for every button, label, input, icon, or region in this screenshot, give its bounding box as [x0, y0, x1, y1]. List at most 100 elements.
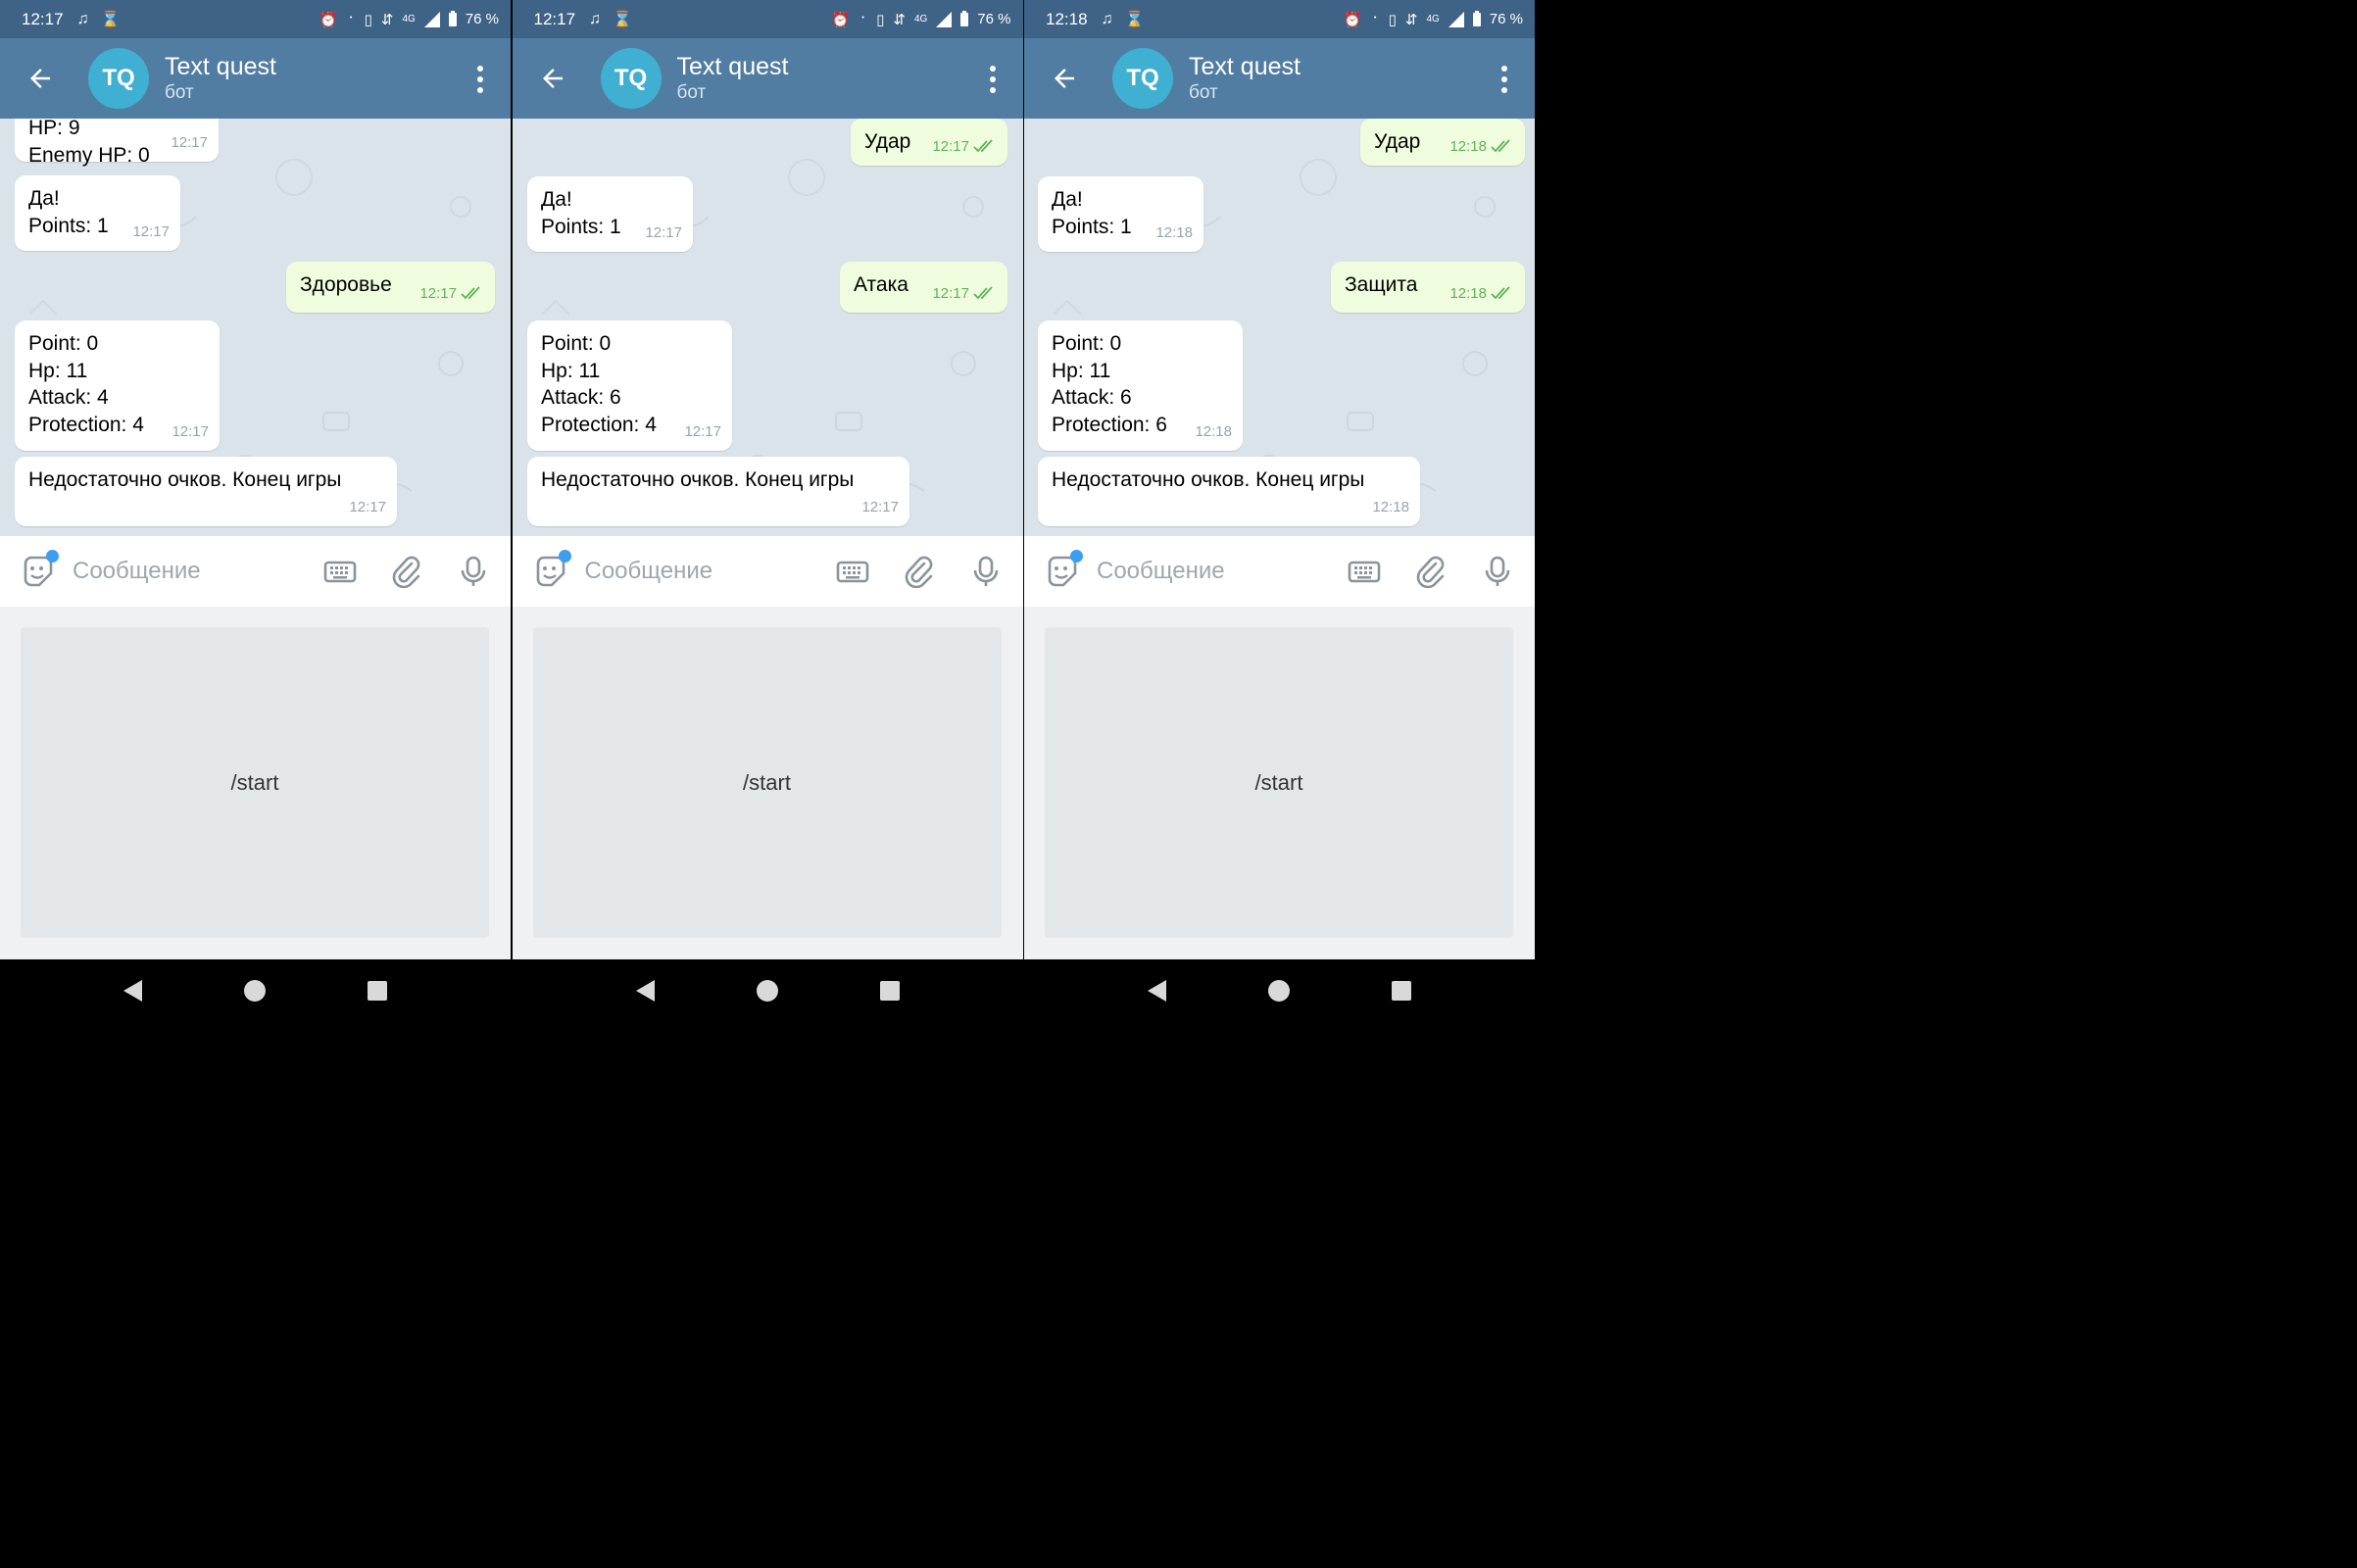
bot-keyboard-panel: /start: [512, 607, 1023, 959]
incoming-message[interactable]: Point: 0 Hp: 11 Attack: 6 Protection: 41…: [527, 320, 732, 451]
outgoing-message[interactable]: Удар 12:18: [1360, 119, 1525, 166]
message-meta: 12:17: [132, 219, 170, 246]
hourglass-icon: ⌛: [1124, 11, 1145, 28]
attach-button[interactable]: [389, 554, 424, 589]
nav-back-icon[interactable]: [1148, 980, 1166, 1002]
emoji-badge-dot: [1070, 550, 1083, 563]
message-input-bar: Сообщение: [512, 536, 1023, 607]
network-label: 4G: [1426, 14, 1440, 24]
back-arrow-icon: [30, 69, 50, 88]
nav-home-icon[interactable]: [244, 980, 266, 1002]
more-vert-icon[interactable]: [475, 66, 485, 93]
incoming-message[interactable]: Да! Points: 1 12:17: [527, 176, 693, 252]
nav-back-icon[interactable]: [123, 980, 142, 1002]
avatar[interactable]: TQ: [1112, 48, 1173, 109]
bot-keyboard-button[interactable]: [835, 554, 870, 589]
back-button[interactable]: [536, 62, 569, 95]
chat-title-block[interactable]: Text quest бот: [1189, 52, 1301, 105]
message-input[interactable]: Сообщение: [73, 558, 322, 585]
outgoing-message[interactable]: Защита 12:18: [1331, 262, 1525, 313]
incoming-message[interactable]: Да! Points: 1 12:17: [15, 175, 180, 251]
more-vert-icon[interactable]: [1499, 66, 1509, 93]
outgoing-message[interactable]: Атака 12:17: [840, 262, 1007, 313]
outgoing-message[interactable]: Здоровье 12:17: [286, 262, 495, 313]
start-command-button[interactable]: /start: [1045, 627, 1513, 938]
message-meta: 12:18: [1155, 220, 1193, 247]
battery-percent: 76 %: [1489, 11, 1523, 27]
chat-header: TQ Text quest бот: [512, 38, 1023, 119]
incoming-message[interactable]: HP: 9 Enemy HP: 0 12:17: [15, 119, 219, 167]
incoming-message[interactable]: Да! Points: 1 12:18: [1038, 176, 1203, 252]
incoming-message[interactable]: Недостаточно очков. Конец игры 12:18: [1038, 457, 1420, 526]
network-label: 4G: [402, 14, 416, 24]
message-time: 12:18: [1155, 223, 1193, 241]
outgoing-message[interactable]: Удар 12:17: [851, 119, 1007, 166]
message-meta: 12:17: [932, 280, 997, 308]
bot-keyboard-button[interactable]: [322, 554, 358, 589]
more-vert-icon[interactable]: [988, 66, 998, 93]
chat-title: Text quest: [676, 53, 789, 80]
incoming-message[interactable]: Point: 0 Hp: 11 Attack: 6 Protection: 61…: [1038, 320, 1243, 451]
chat-area[interactable]: Удар 12:17 Да! Points: 1 12:17 Атака 12:17 Poi…: [512, 119, 1023, 536]
nav-home-icon[interactable]: [756, 980, 778, 1002]
emoji-button[interactable]: [1044, 550, 1083, 589]
chat-subtitle: бот: [676, 82, 707, 103]
start-command-button[interactable]: /start: [532, 627, 1002, 938]
paperclip-icon: [905, 556, 932, 588]
message-time: 12:18: [1449, 137, 1487, 155]
message-meta: 12:17: [172, 418, 209, 446]
emoji-badge-dot: [46, 550, 59, 563]
double-check-icon: [461, 286, 480, 300]
chat-title-block[interactable]: Text quest бот: [677, 52, 789, 105]
voice-button[interactable]: [1480, 554, 1515, 589]
message-meta: 12:18: [1372, 494, 1409, 521]
bot-keyboard-icon: [1348, 561, 1381, 583]
chat-title: Text quest: [1189, 53, 1301, 80]
incoming-message[interactable]: Point: 0 Hp: 11 Attack: 4 Protection: 41…: [15, 320, 220, 451]
back-button[interactable]: [24, 62, 57, 95]
nav-recents-icon[interactable]: [879, 981, 900, 1001]
message-meta: 12:17: [932, 133, 997, 161]
bot-keyboard-panel: /start: [1024, 607, 1535, 959]
bot-keyboard-button[interactable]: [1347, 554, 1382, 589]
attach-button[interactable]: [902, 554, 937, 589]
avatar[interactable]: TQ: [600, 48, 662, 109]
voice-button[interactable]: [456, 554, 491, 589]
chat-area[interactable]: HP: 9 Enemy HP: 0 12:17 Да! Points: 1 12:17…: [0, 119, 511, 536]
nav-home-icon[interactable]: [1268, 980, 1290, 1002]
vibrate-icon: ▯: [1388, 11, 1397, 28]
nav-back-icon[interactable]: [635, 980, 655, 1002]
battery-percent: 76 %: [977, 11, 1011, 27]
message-time: 12:17: [684, 422, 721, 440]
message-input[interactable]: Сообщение: [585, 558, 835, 585]
vibrate-icon: ▯: [364, 11, 372, 28]
attach-button[interactable]: [1413, 554, 1449, 589]
message-time: 12:18: [1372, 498, 1409, 515]
system-nav-bar: [1024, 959, 1535, 1022]
incoming-message[interactable]: Недостаточно очков. Конец игры 12:17: [527, 457, 909, 526]
double-check-icon: [973, 286, 993, 300]
start-command-button[interactable]: /start: [21, 627, 489, 938]
status-time: 12:17: [22, 9, 64, 28]
battery-icon: [960, 10, 969, 26]
chat-area[interactable]: Удар 12:18 Да! Points: 1 12:18 Защита 12:18 Po…: [1024, 119, 1535, 536]
message-input[interactable]: Сообщение: [1097, 558, 1347, 585]
emoji-button[interactable]: [532, 550, 571, 589]
bot-keyboard-panel: /start: [0, 607, 511, 959]
system-nav-bar: [0, 959, 511, 1022]
tiktok-icon: ♫: [1101, 10, 1113, 27]
bluetooth-icon: ᛫: [346, 11, 356, 27]
nav-recents-icon[interactable]: [368, 981, 387, 1001]
message-input-bar: Сообщение: [0, 536, 511, 607]
message-meta: 12:17: [645, 220, 682, 247]
incoming-message[interactable]: Недостаточно очков. Конец игры 12:17: [15, 457, 397, 526]
chat-header: TQ Text quest бот: [1024, 38, 1535, 119]
back-button[interactable]: [1048, 62, 1081, 95]
nav-recents-icon[interactable]: [1392, 981, 1411, 1001]
avatar[interactable]: TQ: [88, 48, 149, 109]
emoji-button[interactable]: [20, 550, 59, 589]
alarm-icon: ⏰: [831, 11, 851, 28]
chat-title-block[interactable]: Text quest бот: [165, 52, 276, 105]
voice-button[interactable]: [968, 554, 1004, 589]
message-meta: 12:17: [171, 129, 208, 157]
